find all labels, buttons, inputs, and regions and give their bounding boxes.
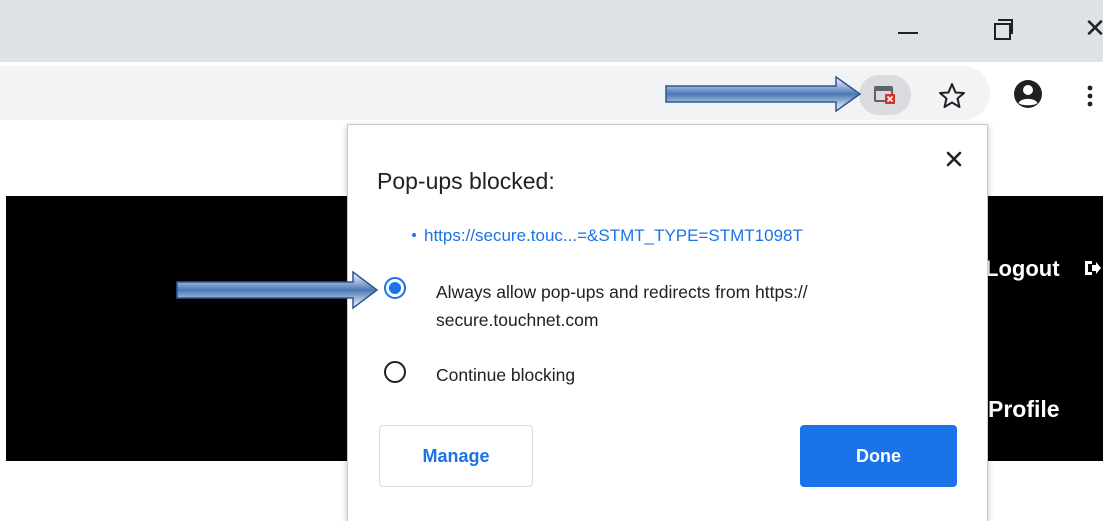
blocked-url-text: https://secure.touc...=&STMT_TYPE=STMT10… bbox=[424, 226, 803, 245]
profile-link[interactable]: Profile bbox=[988, 396, 1060, 423]
done-button[interactable]: Done bbox=[800, 425, 957, 487]
annotation-arrow-radio bbox=[176, 270, 379, 310]
restore-button[interactable] bbox=[978, 8, 1028, 48]
dialog-title: Pop-ups blocked: bbox=[377, 168, 555, 194]
always-allow-radio[interactable] bbox=[384, 277, 406, 299]
logout-link[interactable]: Logout bbox=[985, 256, 1060, 282]
star-icon bbox=[939, 83, 965, 108]
popup-blocked-icon bbox=[874, 86, 895, 104]
blocked-popup-link[interactable]: https://secure.touc...=&STMT_TYPE=STMT10… bbox=[412, 226, 803, 246]
continue-blocking-radio[interactable] bbox=[384, 361, 406, 383]
annotation-arrow-toolbar bbox=[665, 75, 862, 113]
minimize-button[interactable] bbox=[884, 8, 934, 48]
bookmark-star-button[interactable] bbox=[932, 76, 972, 116]
manage-button[interactable]: Manage bbox=[379, 425, 533, 487]
window-titlebar: ✕ bbox=[0, 0, 1103, 62]
popup-blocked-button[interactable] bbox=[859, 75, 911, 115]
chrome-menu-button[interactable] bbox=[1080, 76, 1100, 116]
logout-icon bbox=[1085, 261, 1101, 275]
account-button[interactable] bbox=[1008, 74, 1048, 114]
account-icon bbox=[1014, 80, 1042, 108]
bullet-icon bbox=[412, 232, 416, 237]
close-window-button[interactable]: ✕ bbox=[1070, 8, 1103, 48]
popups-blocked-dialog: Pop-ups blocked: https://secure.touc...=… bbox=[347, 124, 988, 521]
close-icon[interactable] bbox=[942, 147, 966, 171]
browser-toolbar bbox=[0, 62, 1103, 124]
always-allow-label[interactable]: Always allow pop-ups and redirects from … bbox=[436, 278, 966, 334]
continue-blocking-label[interactable]: Continue blocking bbox=[436, 361, 575, 389]
three-dot-menu-icon bbox=[1087, 85, 1093, 107]
